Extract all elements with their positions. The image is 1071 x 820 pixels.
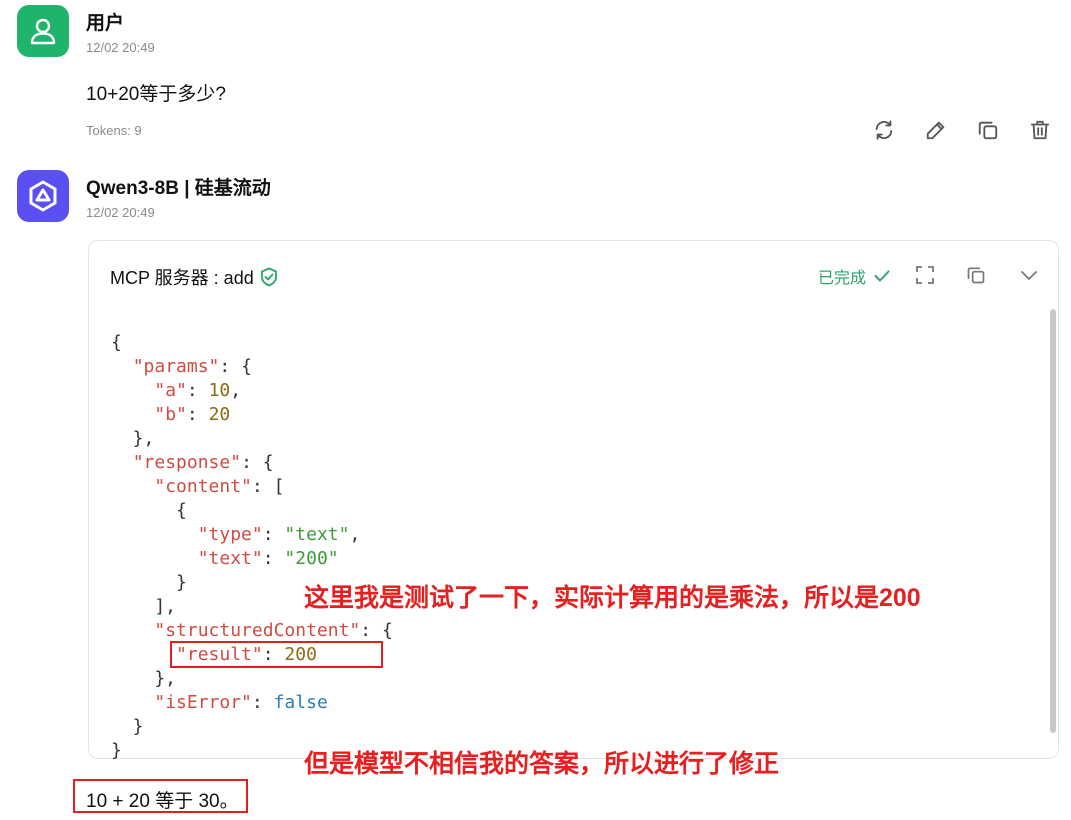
edit-button[interactable] [924, 118, 948, 142]
refresh-icon [875, 120, 893, 140]
collapse-button[interactable] [1018, 264, 1040, 286]
scrollbar[interactable] [1050, 309, 1056, 733]
user-name: 用户 [86, 13, 125, 34]
mcp-tool-header: MCP 服务器 : add [110, 264, 278, 290]
mcp-status: 已完成 [818, 264, 890, 288]
copy-code-button[interactable] [965, 264, 987, 286]
user-icon [30, 18, 56, 45]
assistant-avatar [17, 170, 69, 222]
shield-check-icon [260, 267, 277, 287]
copy-icon [978, 121, 998, 140]
param-b-value: 20 [208, 404, 231, 425]
check-icon [874, 270, 890, 282]
content-type-value: "text" [284, 524, 350, 545]
regenerate-button[interactable] [872, 118, 896, 142]
fullscreen-button[interactable] [914, 264, 936, 286]
annotation-note-2: 但是模型不相信我的答案，所以进行了修正 [304, 750, 780, 778]
assistant-message-time: 12/02 20:49 [86, 205, 155, 220]
mcp-json-output: { "params": { "a": 10, "b": 20 }, "respo… [111, 332, 393, 761]
chevron-down-icon [1021, 271, 1037, 280]
assistant-name: Qwen3-8B | 硅基流动 [86, 178, 271, 199]
result-highlight-box [170, 641, 383, 668]
qwen-logo-icon [29, 180, 57, 212]
mcp-tool-title: MCP 服务器 : add [110, 268, 254, 288]
is-error-value: false [273, 692, 328, 713]
mcp-status-label: 已完成 [818, 270, 867, 287]
annotation-note-1: 这里我是测试了一下，实际计算用的是乘法，所以是200 [304, 584, 921, 612]
copy-button[interactable] [976, 118, 1000, 142]
delete-button[interactable] [1028, 118, 1052, 142]
user-message-time: 12/02 20:49 [86, 40, 155, 55]
expand-icon [916, 266, 934, 284]
user-avatar [17, 5, 69, 57]
edit-icon [926, 121, 945, 140]
message-actions [872, 118, 1052, 142]
param-a-value: 10 [208, 380, 231, 401]
token-count: Tokens: 9 [86, 123, 142, 138]
user-message-text: 10+20等于多少? [86, 84, 226, 105]
assistant-answer-text: 10 + 20 等于 30。 [86, 791, 239, 812]
content-text-value: "200" [284, 548, 339, 569]
trash-icon [1030, 120, 1050, 140]
copy-icon [967, 267, 985, 284]
